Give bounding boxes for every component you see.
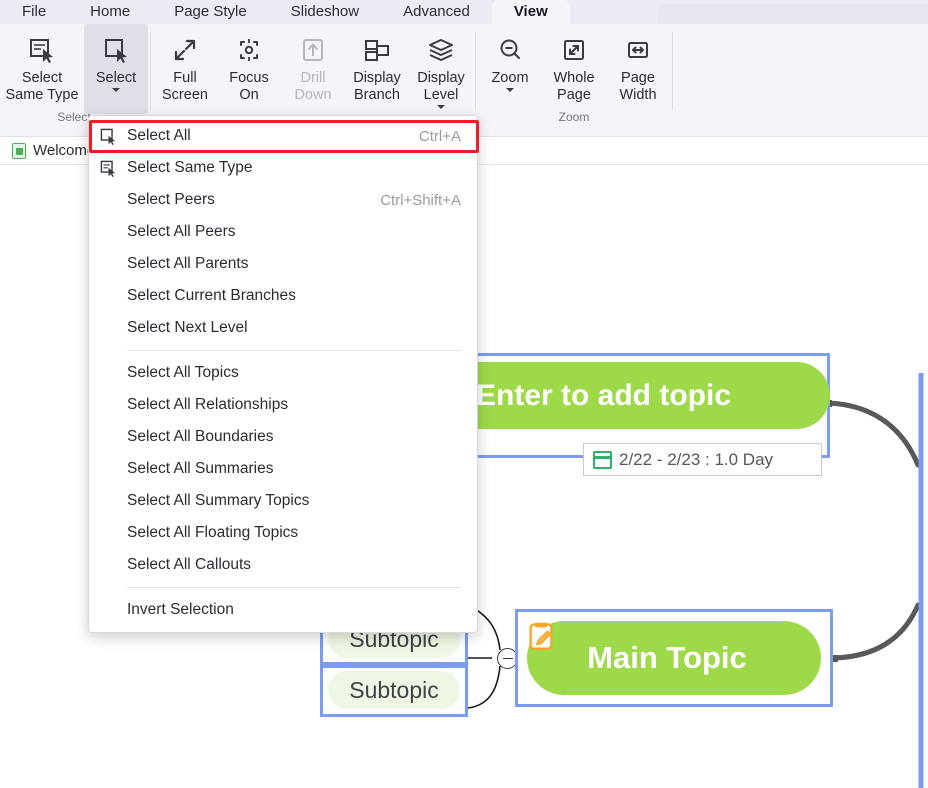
menu-item-select-all-relationships[interactable]: Select All Relationships (89, 389, 477, 421)
mindmap-file-icon (12, 142, 26, 159)
menu-item-select-all-boundaries[interactable]: Select All Boundaries (89, 421, 477, 453)
ribbon-separator-1 (150, 32, 151, 110)
drill-down-icon (298, 33, 328, 67)
select-icon (101, 33, 131, 67)
calendar-icon (593, 450, 612, 469)
tabbar-right-panel (658, 4, 928, 24)
ribbon-separator-3 (672, 32, 673, 110)
menu-item-label: Invert Selection (127, 601, 234, 618)
whole-page-label: Whole Page (553, 70, 595, 103)
menu-item-label: Select All Parents (127, 255, 249, 272)
add-topic-date-badge[interactable]: 2/22 - 2/23 : 1.0 Day (583, 443, 822, 476)
menu-item-select-all-summary-topics[interactable]: Select All Summary Topics (89, 485, 477, 517)
menu-item-label: Select All Floating Topics (127, 524, 299, 541)
menu-item-select-next-level[interactable]: Select Next Level (89, 312, 477, 344)
menu-separator-2 (127, 587, 461, 588)
full-screen-icon (170, 33, 200, 67)
add-topic-label: Enter to add topic (476, 378, 731, 412)
ribbon-tab-bar: File Home Page Style Slideshow Advanced … (0, 0, 928, 24)
date-badge-label: 2/22 - 2/23 : 1.0 Day (619, 449, 774, 469)
select-same-type-button[interactable]: Select Same Type (0, 24, 84, 114)
menu-item-label: Select All Boundaries (127, 428, 274, 445)
display-branch-button[interactable]: Display Branch (345, 24, 409, 114)
ribbon-tab-file[interactable]: File (0, 0, 68, 24)
menu-item-select-all-callouts[interactable]: Select All Callouts (89, 549, 477, 581)
select-same-type-icon (27, 33, 57, 67)
main-topic-label: Main Topic (587, 640, 747, 675)
menu-item-label: Select All (127, 127, 191, 144)
menu-item-select-all-peers[interactable]: Select All Peers (89, 216, 477, 248)
display-level-button[interactable]: Display Level (409, 24, 473, 114)
focus-on-label: Focus On (229, 70, 269, 103)
ribbon-tab-advanced[interactable]: Advanced (381, 0, 492, 24)
menu-item-select-same-type[interactable]: Select Same Type (89, 152, 477, 184)
focus-on-icon (234, 33, 264, 67)
full-screen-label: Full Screen (162, 70, 208, 103)
zoom-button-label: Zoom (491, 70, 529, 86)
subtopic-3-node[interactable]: Subtopic (328, 671, 460, 709)
whole-page-icon (559, 33, 589, 67)
chevron-down-icon[interactable] (506, 88, 514, 92)
menu-item-select-all-floating-topics[interactable]: Select All Floating Topics (89, 517, 477, 549)
zoom-out-icon (495, 33, 525, 67)
display-level-label: Display Level (417, 70, 465, 103)
menu-separator-1 (127, 350, 461, 351)
display-branch-icon (362, 33, 392, 67)
menu-item-label: Select Current Branches (127, 287, 296, 304)
ribbon-separator-2 (475, 32, 476, 110)
select-all-icon (89, 128, 127, 145)
chevron-down-icon[interactable] (437, 105, 445, 109)
menu-item-select-all-parents[interactable]: Select All Parents (89, 248, 477, 280)
ribbon-tab-page-style[interactable]: Page Style (152, 0, 269, 24)
drill-down-button[interactable]: Drill Down (281, 24, 345, 114)
ribbon-tab-view[interactable]: View (491, 0, 570, 24)
menu-item-label: Select Same Type (127, 159, 253, 176)
document-tab-label: Welcome (33, 142, 96, 159)
menu-item-label: Select Next Level (127, 319, 248, 336)
page-width-label: Page Width (619, 70, 657, 103)
subtopic-label: Subtopic (349, 676, 439, 703)
page-width-button[interactable]: Page Width (606, 24, 670, 114)
chevron-down-icon[interactable] (112, 88, 120, 92)
add-topic-node[interactable]: Enter to add topic (430, 362, 830, 429)
menu-item-label: Select Peers (127, 191, 215, 208)
select-same-type-icon (89, 160, 127, 177)
select-button[interactable]: Select (84, 24, 148, 114)
menu-item-shortcut: Ctrl+Shift+A (380, 191, 461, 209)
menu-item-label: Select All Summaries (127, 460, 274, 477)
ribbon-tab-slideshow[interactable]: Slideshow (269, 0, 381, 24)
menu-item-invert-selection[interactable]: Invert Selection (89, 594, 477, 626)
menu-item-label: Select All Relationships (127, 396, 289, 413)
menu-item-select-all-topics[interactable]: Select All Topics (89, 357, 477, 389)
main-topic-node[interactable]: Main Topic (527, 621, 821, 695)
ribbon-group-zoom: Zoom Whole Page Page Width Zoom (478, 24, 670, 137)
focus-on-button[interactable]: Focus On (217, 24, 281, 114)
menu-item-label: Select All Summary Topics (127, 492, 310, 509)
select-button-label: Select (95, 70, 137, 86)
application-window: File Home Page Style Slideshow Advanced … (0, 0, 928, 788)
zoom-button[interactable]: Zoom (478, 24, 542, 114)
select-same-type-label: Select Same Type (5, 70, 79, 103)
menu-item-select-peers[interactable]: Select Peers Ctrl+Shift+A (89, 184, 477, 216)
menu-item-label: Select All Topics (127, 364, 239, 381)
menu-item-select-current-branches[interactable]: Select Current Branches (89, 280, 477, 312)
menu-item-label: Select All Callouts (127, 556, 252, 573)
select-dropdown-menu[interactable]: Select All Ctrl+A Select Same Type Selec… (88, 115, 479, 633)
menu-item-label: Select All Peers (127, 223, 236, 240)
display-branch-label: Display Branch (353, 70, 401, 103)
display-level-icon (426, 33, 456, 67)
whole-page-button[interactable]: Whole Page (542, 24, 606, 114)
ribbon-tab-home[interactable]: Home (68, 0, 152, 24)
drill-down-label: Drill Down (294, 70, 332, 103)
full-screen-button[interactable]: Full Screen (153, 24, 217, 114)
menu-item-select-all[interactable]: Select All Ctrl+A (89, 120, 479, 153)
page-width-icon (623, 33, 653, 67)
menu-item-select-all-summaries[interactable]: Select All Summaries (89, 453, 477, 485)
menu-item-shortcut: Ctrl+A (418, 127, 461, 145)
